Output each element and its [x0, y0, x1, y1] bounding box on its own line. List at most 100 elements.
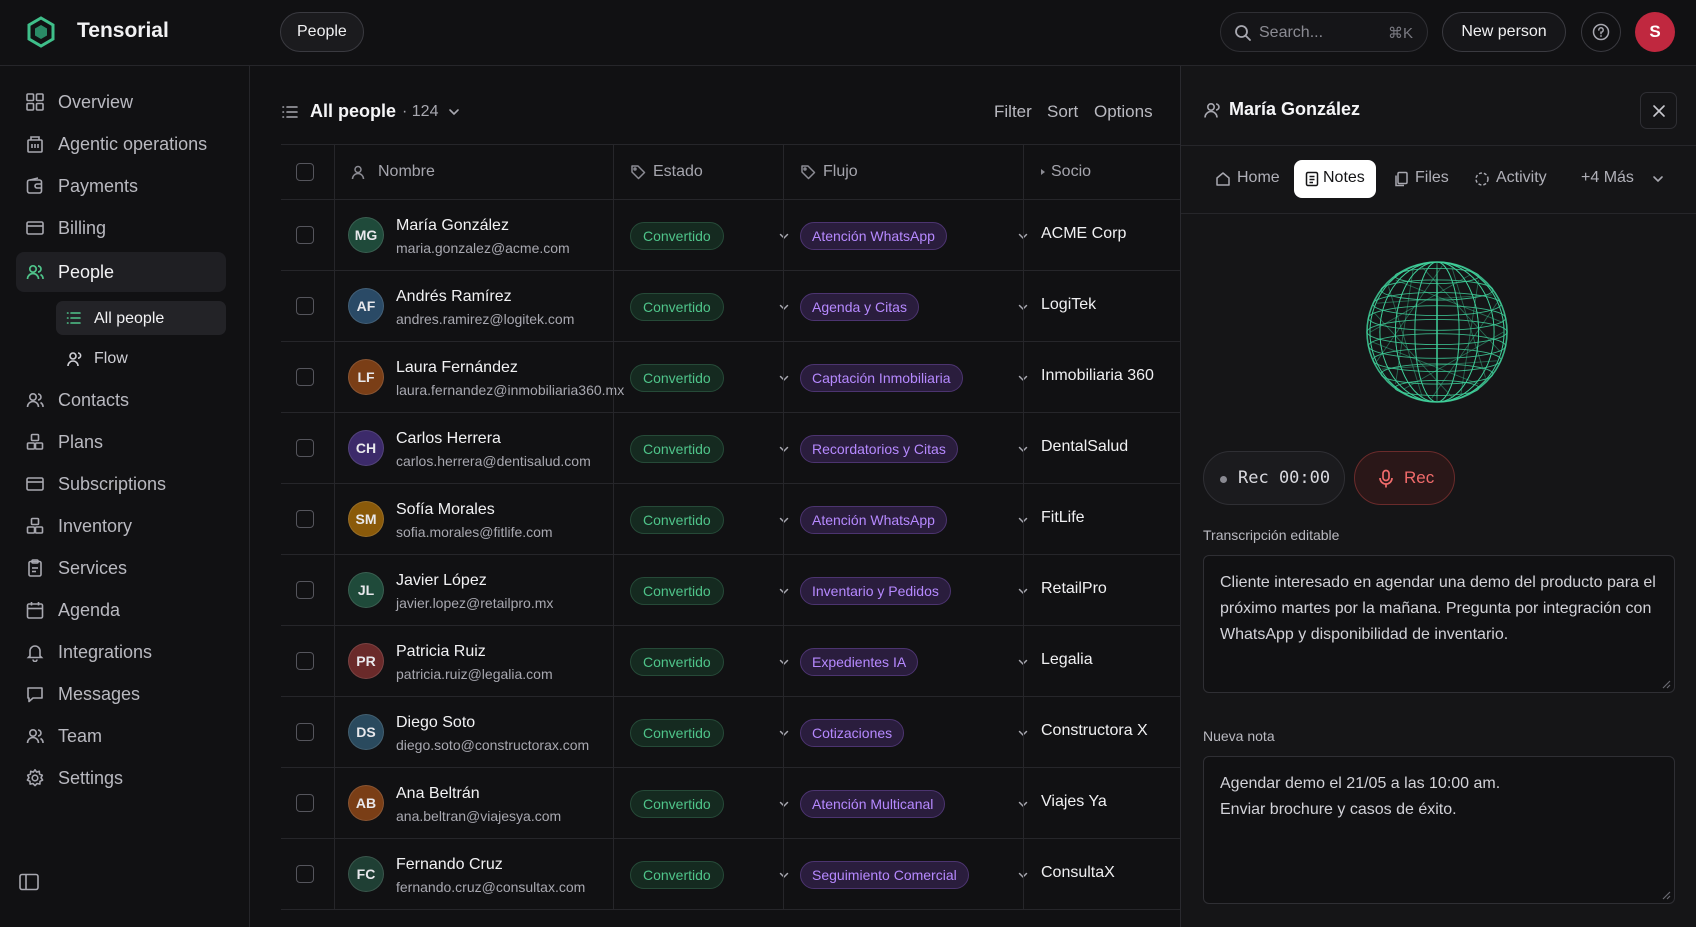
flow-badge[interactable]: Agenda y Citas — [800, 293, 919, 321]
resize-handle-icon[interactable] — [1661, 679, 1671, 689]
flow-badge[interactable]: Expedientes IA — [800, 648, 919, 676]
status-badge[interactable]: Convertido — [630, 293, 724, 321]
sort-button[interactable]: Sort — [1047, 102, 1078, 122]
sidebar-item-overview[interactable]: Overview — [16, 82, 226, 122]
sidebar-item-payments[interactable]: Payments — [16, 166, 226, 206]
chevron-down-icon[interactable] — [778, 514, 790, 526]
options-button[interactable]: Options — [1094, 102, 1153, 122]
flow-badge[interactable]: Captación Inmobiliaria — [800, 364, 963, 392]
table-row[interactable]: MG María González maria.gonzalez@acme.com C… — [281, 200, 1180, 271]
user-avatar[interactable]: S — [1635, 12, 1675, 52]
table-row[interactable]: JL Javier López javier.lopez@retailpro.mx C… — [281, 555, 1180, 626]
status-badge[interactable]: Convertido — [630, 364, 724, 392]
chevron-down-icon[interactable] — [778, 798, 790, 810]
row-checkbox[interactable] — [296, 865, 314, 883]
sidebar-item-contacts[interactable]: Contacts — [16, 380, 226, 420]
person-name[interactable]: Fernando Cruz — [396, 856, 503, 874]
filter-button[interactable]: Filter — [994, 102, 1032, 122]
sidebar-item-integrations[interactable]: Integrations — [16, 632, 226, 672]
help-button[interactable] — [1581, 12, 1621, 52]
row-checkbox[interactable] — [296, 510, 314, 528]
table-row[interactable]: DS Diego Soto diego.soto@constructorax.com… — [281, 697, 1180, 768]
status-badge[interactable]: Convertido — [630, 648, 724, 676]
chevron-down-icon[interactable] — [447, 105, 461, 119]
row-checkbox[interactable] — [296, 439, 314, 457]
flow-badge[interactable]: Recordatorios y Citas — [800, 435, 958, 463]
person-name[interactable]: María González — [396, 217, 509, 235]
person-name[interactable]: Andrés Ramírez — [396, 288, 512, 306]
person-name[interactable]: Patricia Ruiz — [396, 643, 486, 661]
person-name[interactable]: Javier López — [396, 572, 487, 590]
new-note-textarea[interactable]: Agendar demo el 21/05 a las 10:00 am. En… — [1203, 756, 1675, 904]
flow-badge[interactable]: Cotizaciones — [800, 719, 905, 747]
chevron-down-icon[interactable] — [778, 230, 790, 242]
sidebar-item-subscriptions[interactable]: Subscriptions — [16, 464, 226, 504]
flow-badge[interactable]: Seguimiento Comercial — [800, 861, 969, 889]
sidebar-item-agenda[interactable]: Agenda — [16, 590, 226, 630]
sidebar-item-messages[interactable]: Messages — [16, 674, 226, 714]
tab-notes[interactable]: Notes — [1294, 160, 1376, 198]
status-badge[interactable]: Convertido — [630, 861, 724, 889]
table-row[interactable]: SM Sofía Morales sofia.morales@fitlife.com… — [281, 484, 1180, 555]
table-row[interactable]: LF Laura Fernández laura.fernandez@inmobil… — [281, 342, 1180, 413]
status-badge[interactable]: Convertido — [630, 790, 724, 818]
chevron-down-icon[interactable] — [778, 869, 790, 881]
row-checkbox[interactable] — [296, 226, 314, 244]
flow-badge[interactable]: Atención Multicanal — [800, 790, 946, 818]
column-header-flujo[interactable]: Flujo — [823, 163, 858, 181]
person-name[interactable]: Sofía Morales — [396, 501, 495, 519]
status-badge[interactable]: Convertido — [630, 435, 724, 463]
sidebar-toggle-icon[interactable] — [18, 872, 40, 892]
search-input[interactable]: Search... ⌘K — [1220, 12, 1428, 52]
breadcrumb-people[interactable]: People — [280, 12, 364, 52]
column-header-estado[interactable]: Estado — [653, 163, 703, 181]
person-name[interactable]: Diego Soto — [396, 714, 475, 732]
column-header-socio[interactable]: Socio — [1051, 163, 1091, 181]
sidebar-item-people[interactable]: People — [16, 252, 226, 292]
column-header-nombre[interactable]: Nombre — [378, 163, 435, 181]
chevron-down-icon[interactable] — [778, 301, 790, 313]
table-row[interactable]: AF Andrés Ramírez andres.ramirez@logitek.c… — [281, 271, 1180, 342]
chevron-down-icon[interactable] — [778, 656, 790, 668]
sidebar-item-settings[interactable]: Settings — [16, 758, 226, 798]
row-checkbox[interactable] — [296, 723, 314, 741]
table-row[interactable]: CH Carlos Herrera carlos.herrera@dentisalu… — [281, 413, 1180, 484]
sidebar-item-team[interactable]: Team — [16, 716, 226, 756]
row-checkbox[interactable] — [296, 794, 314, 812]
tab-activity[interactable]: Activity — [1474, 160, 1554, 198]
sidebar-item-billing[interactable]: Billing — [16, 208, 226, 248]
person-name[interactable]: Carlos Herrera — [396, 430, 501, 448]
close-panel-button[interactable] — [1640, 92, 1677, 129]
sidebar-item-services[interactable]: Services — [16, 548, 226, 588]
row-checkbox[interactable] — [296, 581, 314, 599]
tab-files[interactable]: Files — [1393, 160, 1459, 198]
chevron-down-icon[interactable] — [778, 585, 790, 597]
table-row[interactable]: FC Fernando Cruz fernando.cruz@consultax.c… — [281, 839, 1180, 910]
resize-handle-icon[interactable] — [1661, 890, 1671, 900]
row-checkbox[interactable] — [296, 297, 314, 315]
person-name[interactable]: Laura Fernández — [396, 359, 518, 377]
sidebar-item-inventory[interactable]: Inventory — [16, 506, 226, 546]
person-name[interactable]: Ana Beltrán — [396, 785, 480, 803]
flow-badge[interactable]: Atención WhatsApp — [800, 222, 947, 250]
sidebar-item-plans[interactable]: Plans — [16, 422, 226, 462]
status-badge[interactable]: Convertido — [630, 719, 724, 747]
status-badge[interactable]: Convertido — [630, 222, 724, 250]
transcript-textarea[interactable]: Cliente interesado en agendar una demo d… — [1203, 555, 1675, 693]
table-row[interactable]: PR Patricia Ruiz patricia.ruiz@legalia.com… — [281, 626, 1180, 697]
chevron-down-icon[interactable] — [778, 443, 790, 455]
sidebar-item-agentic-operations[interactable]: Agentic operations — [16, 124, 226, 164]
new-person-button[interactable]: New person — [1442, 12, 1566, 52]
tensorial-logo-icon[interactable] — [24, 15, 58, 49]
record-button[interactable]: Rec — [1354, 451, 1455, 505]
sidebar-subitem-all-people[interactable]: All people — [56, 301, 226, 335]
chevron-down-icon[interactable] — [778, 372, 790, 384]
select-all-checkbox[interactable] — [296, 163, 314, 181]
row-checkbox[interactable] — [296, 652, 314, 670]
view-title[interactable]: All people — [310, 101, 396, 122]
status-badge[interactable]: Convertido — [630, 577, 724, 605]
flow-badge[interactable]: Inventario y Pedidos — [800, 577, 951, 605]
flow-badge[interactable]: Atención WhatsApp — [800, 506, 947, 534]
tab-more[interactable]: +4 Más — [1581, 160, 1665, 198]
sidebar-subitem-flow[interactable]: Flow — [56, 341, 226, 375]
